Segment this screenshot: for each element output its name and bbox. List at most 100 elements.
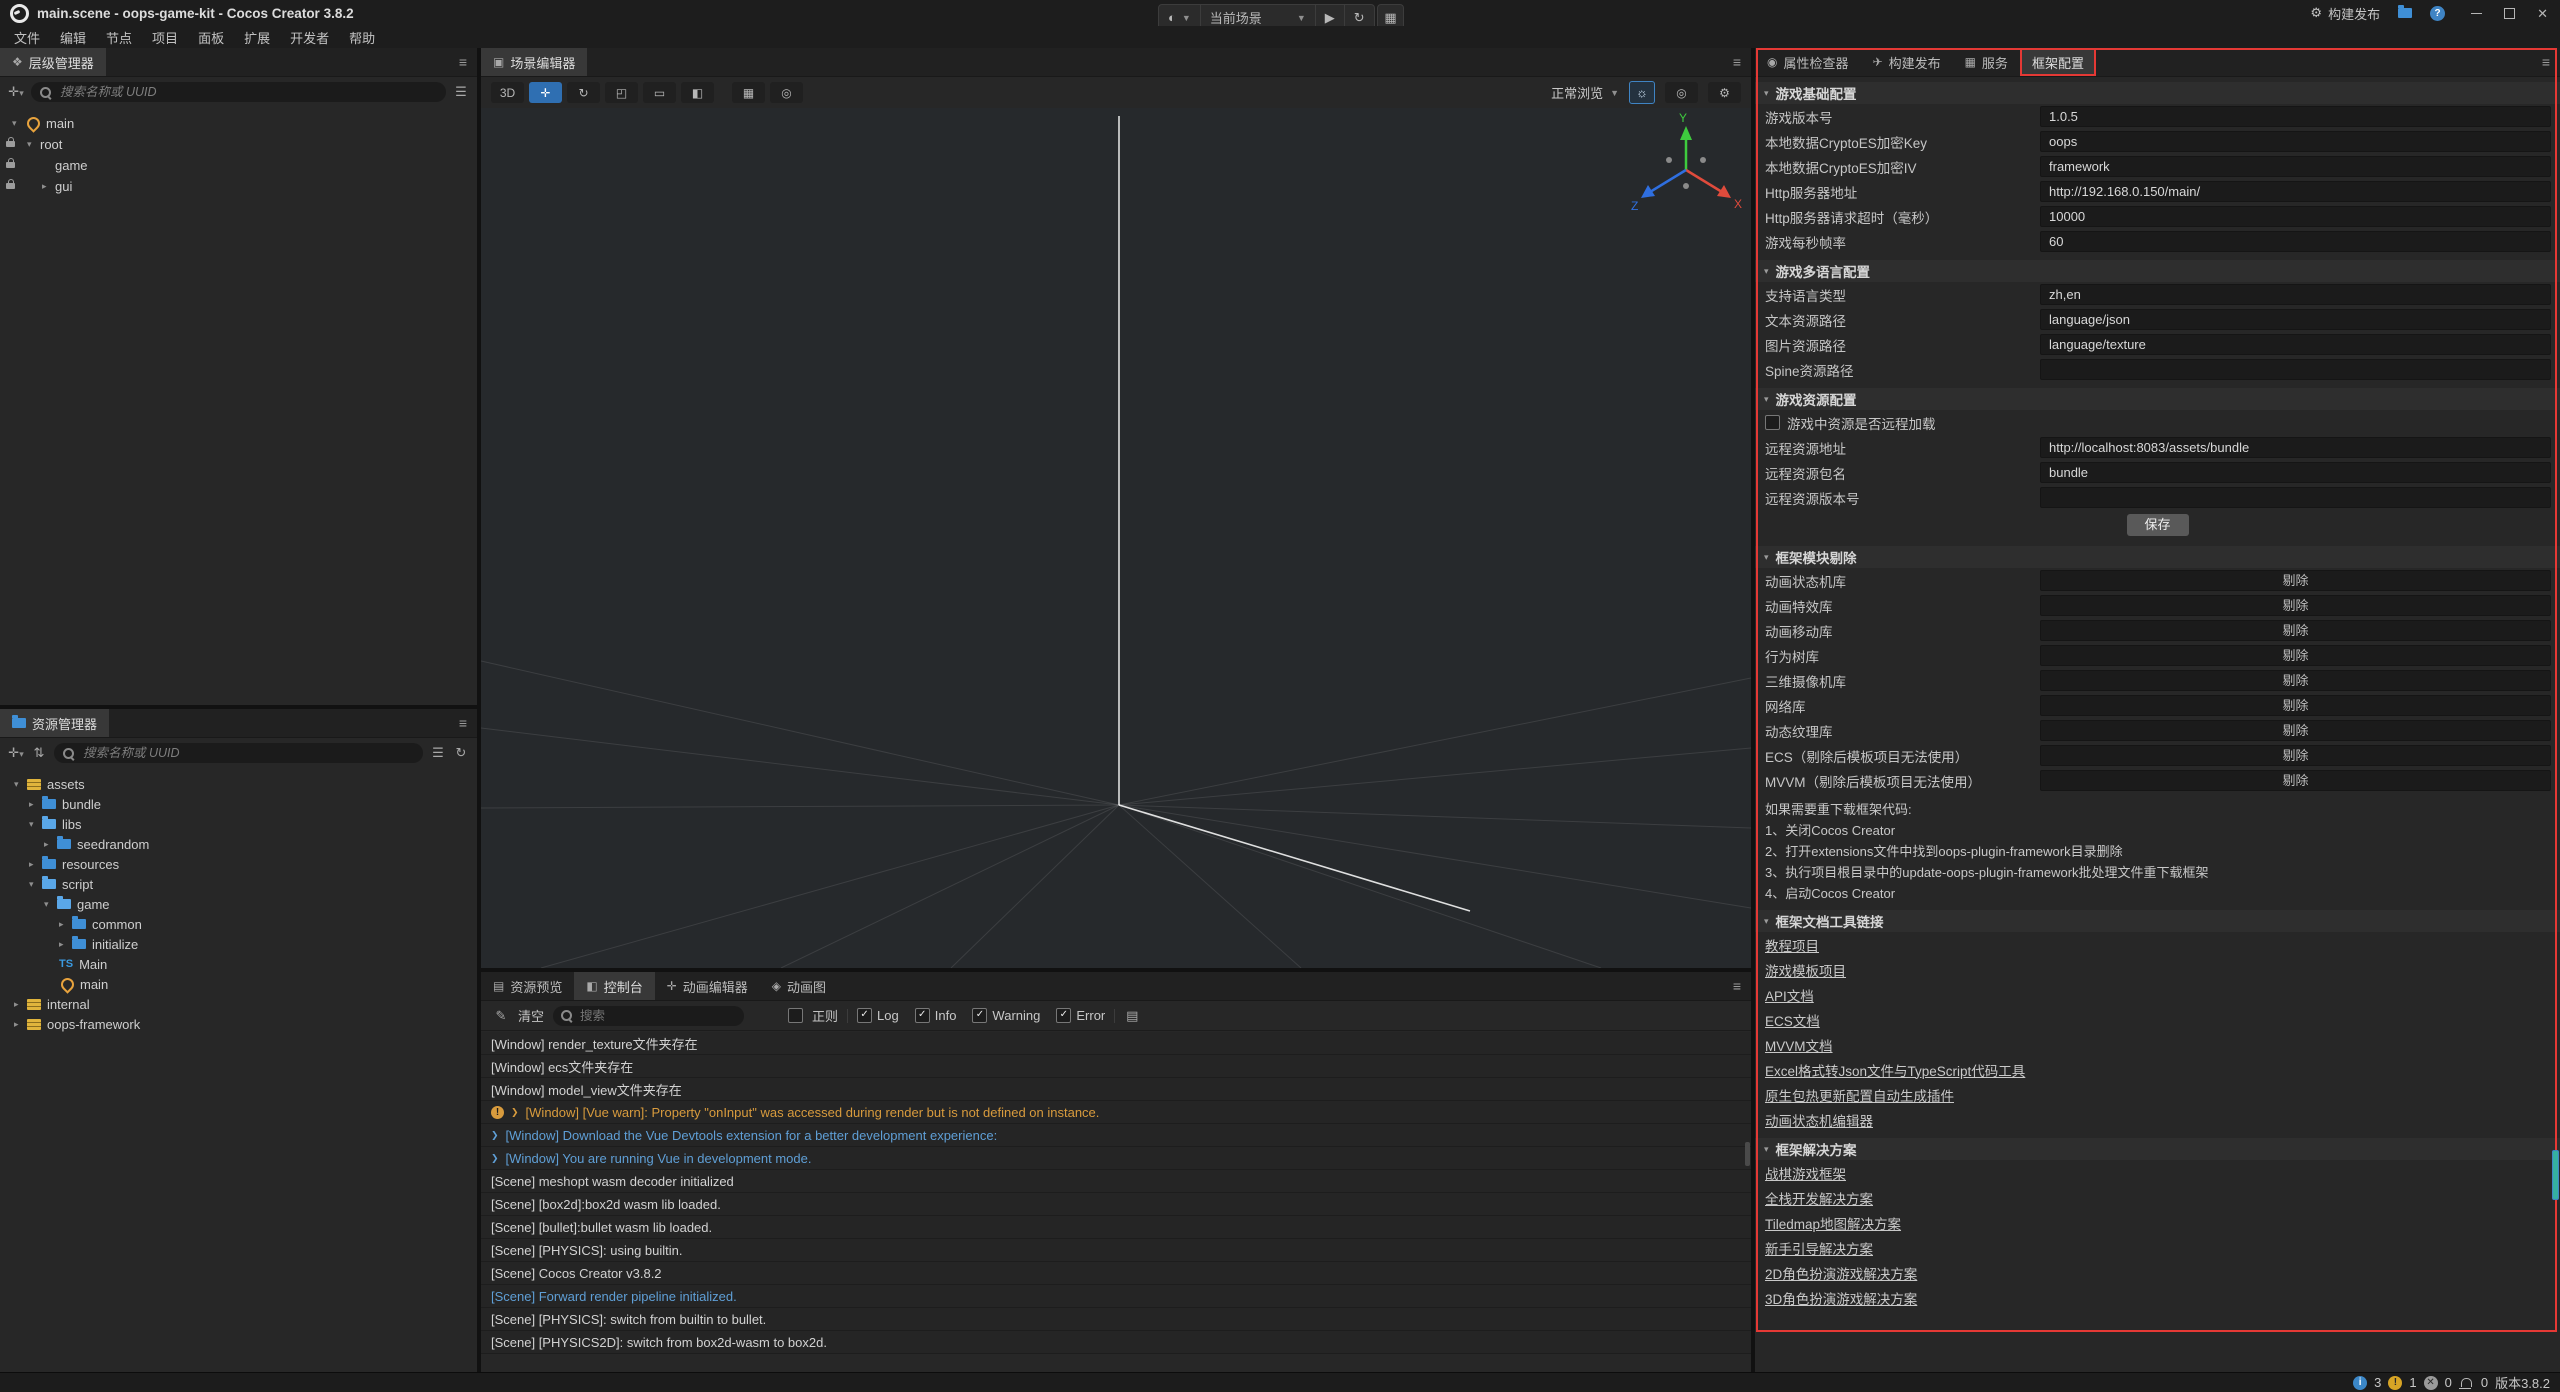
- assets-search-input[interactable]: [81, 745, 414, 761]
- config-input[interactable]: [2040, 181, 2551, 202]
- log-filter-error[interactable]: ✓Error: [1056, 1008, 1105, 1023]
- expand-arrow-icon[interactable]: ▸: [44, 839, 57, 850]
- section-header[interactable]: ▾框架文档工具链接: [1755, 910, 2560, 932]
- doc-link[interactable]: 全栈开发解决方案: [1755, 1185, 2560, 1210]
- open-folder-button[interactable]: [2398, 8, 2412, 18]
- config-input[interactable]: [2040, 437, 2551, 458]
- scene-gizmo-settings-button[interactable]: ⚙: [1708, 82, 1741, 103]
- panel-menu-icon[interactable]: ≡: [1733, 48, 1751, 76]
- module-remove-button[interactable]: 剔除: [2040, 745, 2551, 766]
- add-asset-button[interactable]: ✛▾: [8, 745, 24, 761]
- asset-node[interactable]: ▸internal: [0, 994, 477, 1014]
- refresh-icon[interactable]: ↻: [453, 745, 469, 761]
- config-input[interactable]: [2040, 284, 2551, 305]
- pivot-toggle-button[interactable]: ▦: [732, 82, 765, 103]
- view-mode-dropdown[interactable]: 正常浏览 ▼: [1551, 83, 1619, 102]
- asset-node[interactable]: ▾libs: [0, 814, 477, 834]
- build-publish-button[interactable]: ⚙ 构建发布: [2310, 4, 2380, 23]
- error-badge-icon[interactable]: ✕: [2424, 1376, 2438, 1390]
- doc-link[interactable]: 2D角色扮演游戏解决方案: [1755, 1260, 2560, 1285]
- expand-arrow-icon[interactable]: ▸: [29, 859, 42, 870]
- info-badge-icon[interactable]: i: [2353, 1376, 2367, 1390]
- menu-item[interactable]: 节点: [96, 28, 142, 47]
- hierarchy-search-input[interactable]: [58, 84, 437, 100]
- expand-arrow-icon[interactable]: ▾: [12, 118, 25, 129]
- log-filter-warning[interactable]: ✓Warning: [972, 1008, 1040, 1023]
- module-remove-button[interactable]: 剔除: [2040, 570, 2551, 591]
- expand-arrow-icon[interactable]: ▾: [27, 139, 40, 150]
- save-button[interactable]: 保存: [2127, 514, 2189, 536]
- scale-tool-button[interactable]: ◰: [605, 82, 638, 103]
- menu-item[interactable]: 扩展: [234, 28, 280, 47]
- doc-link[interactable]: 教程项目: [1755, 932, 2560, 957]
- asset-node[interactable]: ▸resources: [0, 854, 477, 874]
- config-input[interactable]: [2040, 309, 2551, 330]
- hierarchy-search[interactable]: [31, 82, 446, 102]
- menu-item[interactable]: 文件: [4, 28, 50, 47]
- expand-arrow-icon[interactable]: ❯: [491, 1153, 499, 1164]
- doc-link[interactable]: 战棋游戏框架: [1755, 1160, 2560, 1185]
- doc-link[interactable]: ECS文档: [1755, 1007, 2560, 1032]
- expand-arrow-icon[interactable]: ▸: [59, 939, 72, 950]
- panel-menu-icon[interactable]: ≡: [459, 48, 477, 76]
- asset-node[interactable]: ▸oops-framework: [0, 1014, 477, 1034]
- help-icon[interactable]: ?: [2430, 6, 2445, 21]
- config-input[interactable]: [2040, 462, 2551, 483]
- expand-arrow-icon[interactable]: ❯: [491, 1130, 499, 1141]
- hierarchy-node[interactable]: ▾main: [0, 113, 477, 134]
- module-remove-button[interactable]: 剔除: [2040, 645, 2551, 666]
- module-remove-button[interactable]: 剔除: [2040, 770, 2551, 791]
- asset-node[interactable]: ▾game: [0, 894, 477, 914]
- config-input[interactable]: [2040, 156, 2551, 177]
- inspector-tab-framework-config[interactable]: 框架配置: [2020, 48, 2096, 76]
- config-input[interactable]: [2040, 359, 2551, 380]
- rotate-tool-button[interactable]: ↻: [567, 82, 600, 103]
- config-input[interactable]: [2040, 487, 2551, 508]
- sort-assets-icon[interactable]: ⇅: [31, 745, 47, 761]
- hierarchy-node[interactable]: ▾root: [0, 134, 477, 155]
- config-input[interactable]: [2040, 206, 2551, 227]
- assets-filter-icon[interactable]: ☰: [430, 745, 446, 761]
- expand-arrow-icon[interactable]: ▾: [29, 879, 42, 890]
- doc-link[interactable]: Excel格式转Json文件与TypeScript代码工具: [1755, 1057, 2560, 1082]
- expand-arrow-icon[interactable]: ▾: [14, 779, 27, 790]
- transform-tool-button[interactable]: ◧: [681, 82, 714, 103]
- panel-menu-icon[interactable]: ≡: [2542, 48, 2560, 76]
- orientation-gizmo[interactable]: X Z Y: [1631, 111, 1742, 213]
- config-input[interactable]: [2040, 334, 2551, 355]
- section-header[interactable]: ▾游戏多语言配置: [1755, 260, 2560, 282]
- console-search-input[interactable]: [578, 1008, 692, 1024]
- panel-menu-icon[interactable]: ≡: [459, 709, 477, 737]
- checkbox-checked-icon[interactable]: ✓: [972, 1008, 987, 1023]
- console-tab[interactable]: ▤资源预览: [481, 972, 574, 1000]
- doc-link[interactable]: 3D角色扮演游戏解决方案: [1755, 1285, 2560, 1310]
- mode-3d-button[interactable]: 3D: [491, 82, 524, 103]
- asset-node[interactable]: ▸initialize: [0, 934, 477, 954]
- checkbox-checked-icon[interactable]: ✓: [1056, 1008, 1071, 1023]
- console-tab[interactable]: ✛动画编辑器: [655, 972, 760, 1000]
- expand-arrow-icon[interactable]: ❯: [511, 1107, 519, 1118]
- tab-scene-editor[interactable]: ▣ 场景编辑器: [481, 48, 587, 76]
- inspector-tab-item[interactable]: ◉属性检查器: [1755, 48, 1861, 76]
- hierarchy-node[interactable]: game: [0, 155, 477, 176]
- clear-console-label[interactable]: 清空: [518, 1006, 544, 1025]
- tab-assets[interactable]: 资源管理器: [0, 709, 109, 737]
- expand-arrow-icon[interactable]: ▾: [44, 899, 57, 910]
- bell-icon[interactable]: [2461, 1378, 2472, 1387]
- warning-badge-icon[interactable]: !: [2388, 1376, 2402, 1390]
- menu-item[interactable]: 面板: [188, 28, 234, 47]
- panel-menu-icon[interactable]: ≡: [1733, 972, 1751, 1000]
- asset-node[interactable]: ▾assets: [0, 774, 477, 794]
- module-remove-button[interactable]: 剔除: [2040, 695, 2551, 716]
- expand-arrow-icon[interactable]: ▸: [29, 799, 42, 810]
- config-input[interactable]: [2040, 131, 2551, 152]
- doc-link[interactable]: 原生包热更新配置自动生成插件: [1755, 1082, 2560, 1107]
- camera-settings-button[interactable]: ◎: [1665, 82, 1698, 103]
- menu-item[interactable]: 编辑: [50, 28, 96, 47]
- assets-search[interactable]: [54, 743, 423, 763]
- coordinate-toggle-button[interactable]: ◎: [770, 82, 803, 103]
- menu-item[interactable]: 开发者: [280, 28, 339, 47]
- inspector-tab-item[interactable]: ▦服务: [1953, 48, 2020, 76]
- section-header[interactable]: ▾框架解决方案: [1755, 1138, 2560, 1160]
- doc-link[interactable]: 游戏模板项目: [1755, 957, 2560, 982]
